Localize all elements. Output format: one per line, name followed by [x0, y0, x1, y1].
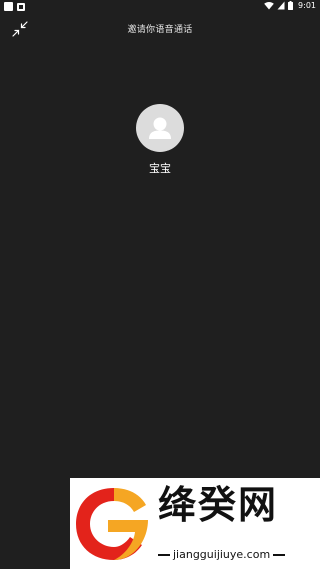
dash-left [158, 553, 170, 556]
watermark-banner: 绛癸网 jiangguijiuye.com [70, 478, 320, 569]
battery-icon [288, 1, 294, 10]
notification-square-icon [4, 2, 13, 11]
status-bar-left [4, 2, 25, 11]
app-notification-icon [17, 2, 25, 11]
status-bar: 9:01 [0, 0, 320, 14]
no-sim-icon [277, 1, 285, 10]
status-time: 9:01 [298, 1, 316, 10]
wifi-icon [264, 1, 274, 10]
call-title: 邀请你语音通话 [127, 25, 193, 35]
avatar [136, 104, 184, 152]
watermark-url: jiangguijiuye.com [173, 548, 271, 561]
watermark-url-row: jiangguijiuye.com [158, 548, 308, 561]
dash-right [273, 553, 286, 556]
watermark-logo [76, 488, 148, 560]
watermark-title: 绛癸网 [158, 483, 279, 527]
user-silhouette-icon [149, 117, 171, 139]
status-bar-right: 9:01 [264, 1, 316, 10]
contact-name: 宝宝 [149, 162, 171, 175]
